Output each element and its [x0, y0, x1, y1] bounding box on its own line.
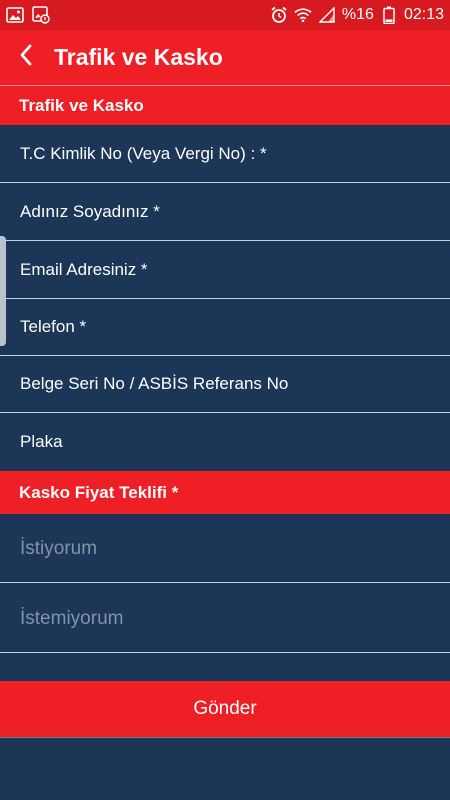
page-title: Trafik ve Kasko — [54, 44, 223, 70]
battery-icon — [380, 6, 398, 24]
app-bar: Trafik ve Kasko — [0, 30, 450, 85]
document-serial-field[interactable]: Belge Seri No / ASBİS Referans No — [0, 356, 450, 413]
clock-time: 02:13 — [403, 6, 444, 23]
tc-kimlik-field[interactable]: T.C Kimlik No (Veya Vergi No) : * — [0, 126, 450, 183]
plate-field[interactable]: Plaka — [0, 413, 450, 470]
section-header-trafik-kasko: Trafik ve Kasko — [0, 85, 450, 125]
signal-icon — [318, 6, 336, 24]
name-surname-field[interactable]: Adınız Soyadınız * — [0, 184, 450, 241]
submit-button[interactable]: Gönder — [0, 681, 450, 737]
phone-field[interactable]: Telefon * — [0, 299, 450, 356]
battery-percent: %16 — [341, 6, 374, 23]
section-header-kasko-quote: Kasko Fiyat Teklifi * — [0, 471, 450, 514]
cast-image-icon — [32, 6, 50, 24]
bottom-divider — [0, 737, 450, 738]
alarm-icon — [270, 6, 288, 24]
image-icon — [6, 6, 24, 24]
status-bar: %16 02:13 — [0, 0, 450, 30]
kasko-option-no[interactable]: İstemiyorum — [0, 585, 450, 653]
back-button[interactable] — [0, 30, 52, 85]
side-panel-handle[interactable] — [0, 236, 6, 346]
kasko-option-yes[interactable]: İstiyorum — [0, 515, 450, 583]
wifi-icon — [294, 6, 312, 24]
email-field[interactable]: Email Adresiniz * — [0, 242, 450, 299]
chevron-left-icon — [19, 44, 33, 71]
